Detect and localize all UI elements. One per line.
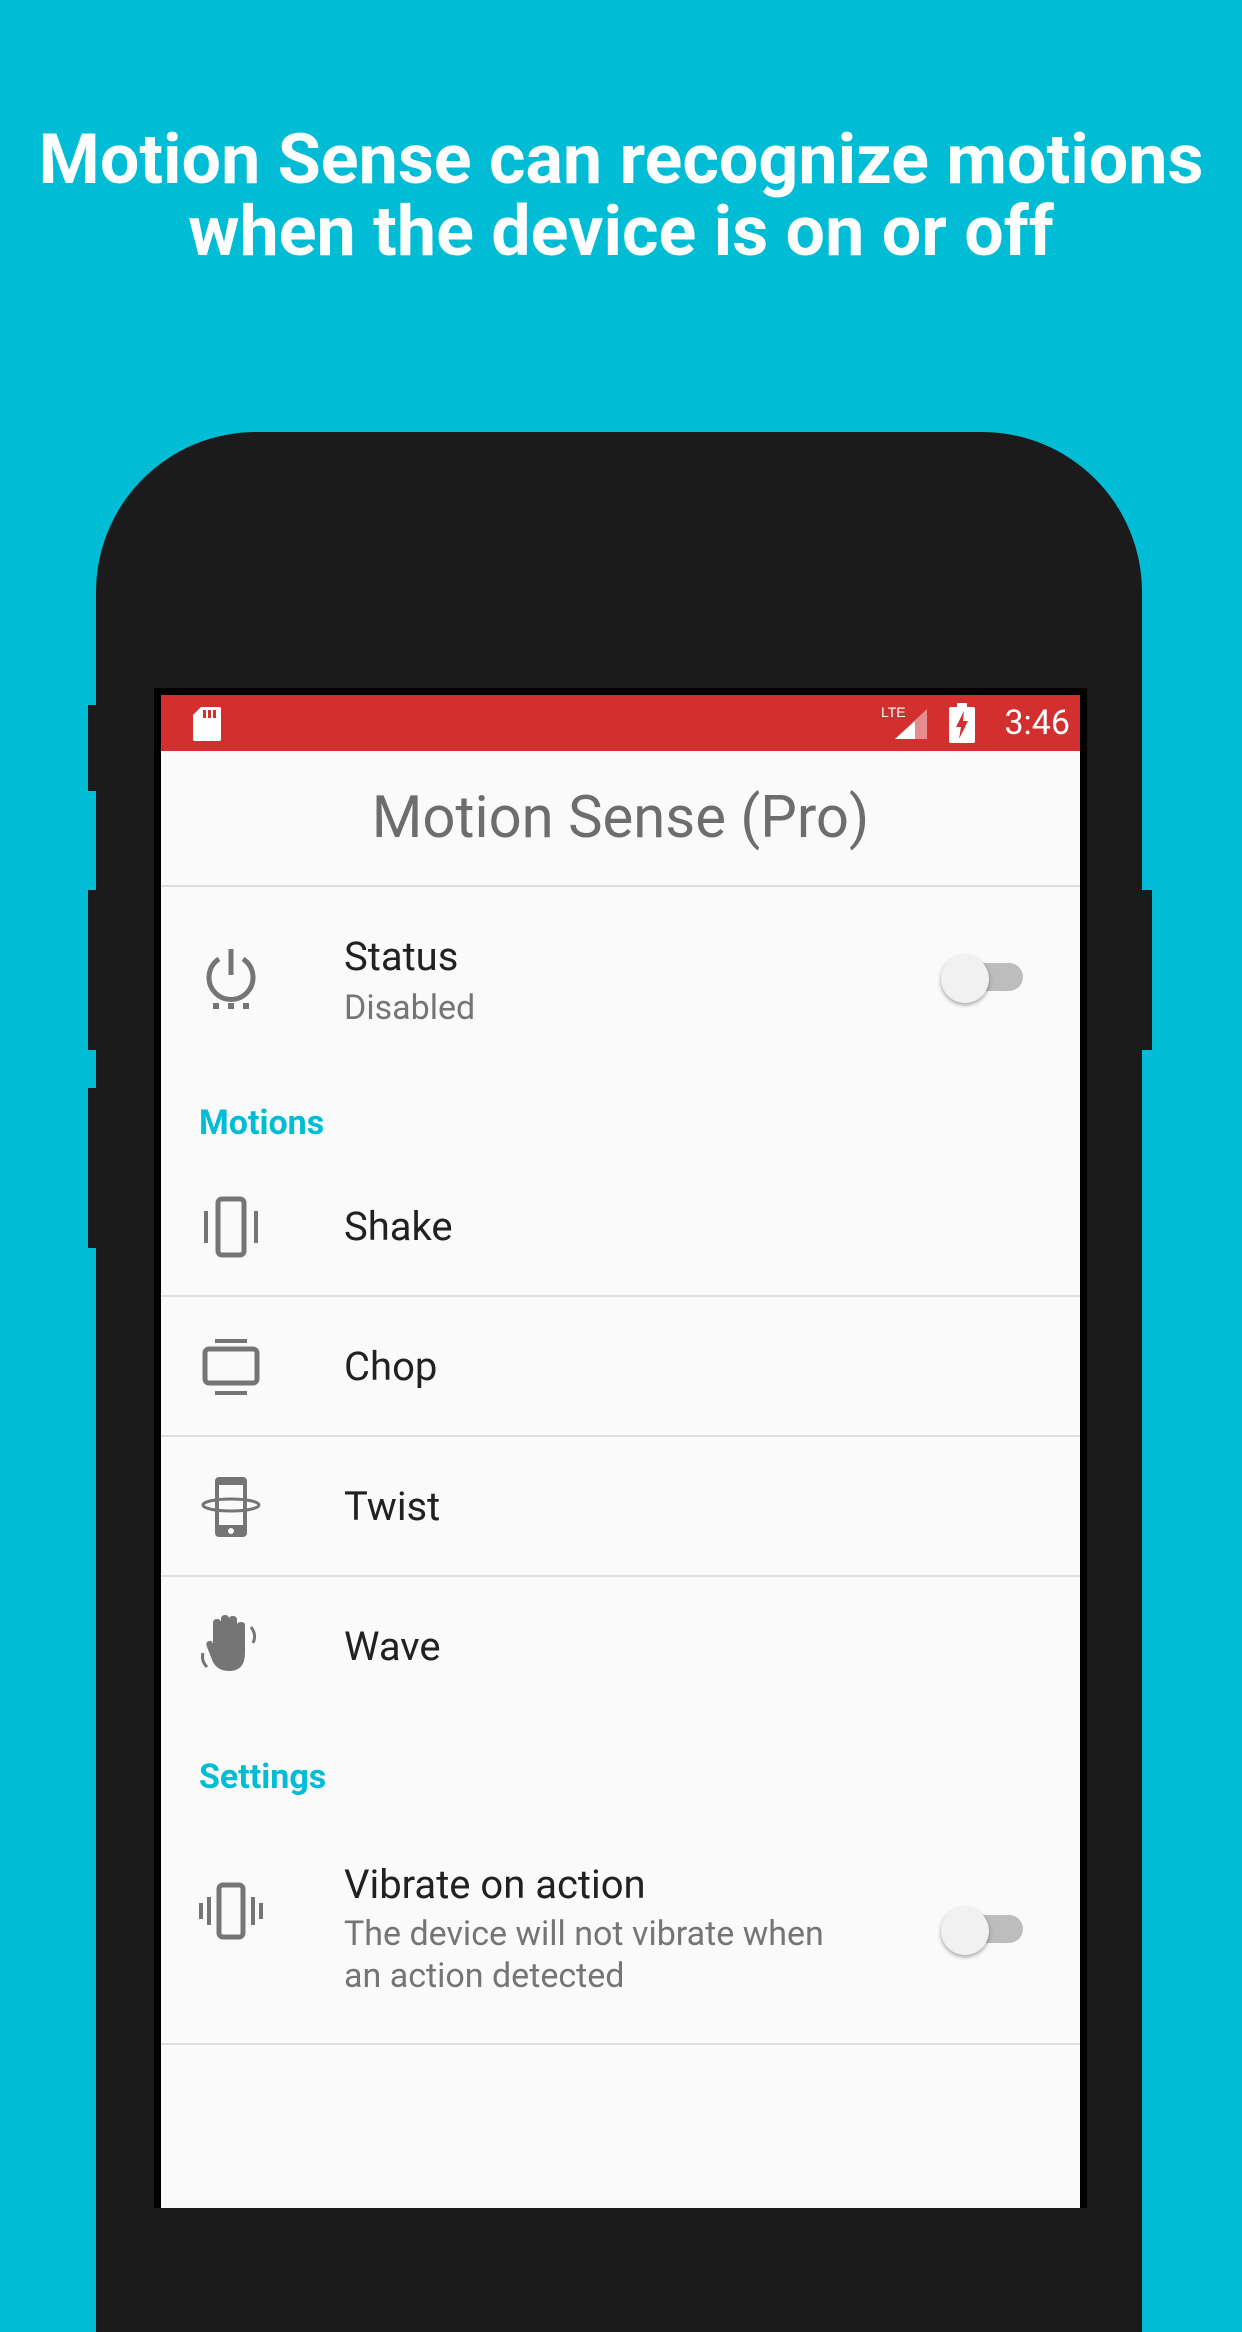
- status-value: Disabled: [344, 988, 476, 1028]
- status-label: Status: [344, 933, 459, 980]
- motion-item-wave[interactable]: Wave: [161, 1579, 1080, 1717]
- vibrate-toggle[interactable]: [941, 1907, 1025, 1955]
- motion-label-twist: Twist: [344, 1483, 441, 1530]
- phone-screen: LTE 3:46 Motion Sense (Pro) Status Disab…: [154, 688, 1087, 2208]
- sd-card-icon: [193, 707, 221, 741]
- headline-line-1: Motion Sense can recognize motions: [38, 119, 1204, 201]
- headline: Motion Sense can recognize motions when …: [0, 124, 1242, 268]
- lte-signal-icon: LTE: [881, 704, 927, 739]
- chop-phone-icon: [199, 1335, 263, 1399]
- status-row[interactable]: Status Disabled: [161, 887, 1080, 1067]
- motions-header: Motions: [199, 1103, 325, 1143]
- motion-item-shake[interactable]: Shake: [161, 1157, 1080, 1297]
- shake-phone-icon: [199, 1195, 263, 1259]
- divider: [161, 1295, 1080, 1297]
- status-clock: 3:46: [1004, 703, 1070, 743]
- app-window: LTE 3:46 Motion Sense (Pro) Status Disab…: [161, 695, 1080, 2208]
- headline-line-2: when the device is on or off: [188, 191, 1054, 273]
- power-icon: [199, 947, 263, 1011]
- phone-side-button-left-mid: [88, 890, 102, 1050]
- status-toggle-thumb: [941, 955, 989, 1003]
- phone-side-button-left-top: [88, 705, 102, 791]
- app-bar: Motion Sense (Pro): [161, 751, 1080, 887]
- divider: [161, 2043, 1080, 2045]
- phone-side-button-right: [1138, 890, 1152, 1050]
- settings-header: Settings: [199, 1757, 327, 1797]
- phone-side-button-left-bottom: [88, 1088, 102, 1248]
- vibrate-toggle-thumb: [941, 1907, 989, 1955]
- lte-label: LTE: [881, 704, 906, 720]
- vibrate-description-line-1: The device will not vibrate when: [344, 1914, 824, 1954]
- vibrate-icon: [199, 1879, 263, 1943]
- motion-item-chop[interactable]: Chop: [161, 1299, 1080, 1437]
- motion-label-wave: Wave: [344, 1623, 441, 1670]
- wave-hand-icon: [199, 1613, 263, 1677]
- vibrate-on-action-row[interactable]: Vibrate on action The device will not vi…: [161, 1813, 1080, 2045]
- twist-phone-icon: [199, 1475, 263, 1539]
- divider: [161, 1435, 1080, 1437]
- status-toggle[interactable]: [941, 955, 1025, 1003]
- divider: [161, 1575, 1080, 1577]
- vibrate-label: Vibrate on action: [344, 1861, 646, 1908]
- motions-section: Motions Shake Chop Twist Wave Settings V…: [161, 1067, 1080, 2167]
- motion-label-shake: Shake: [344, 1203, 453, 1250]
- motion-label-chop: Chop: [344, 1343, 438, 1390]
- status-bar: LTE 3:46: [161, 695, 1080, 751]
- battery-charging-icon: [949, 703, 975, 743]
- motion-item-twist[interactable]: Twist: [161, 1439, 1080, 1577]
- vibrate-description-line-2: an action detected: [344, 1956, 625, 1996]
- app-title: Motion Sense (Pro): [371, 784, 870, 852]
